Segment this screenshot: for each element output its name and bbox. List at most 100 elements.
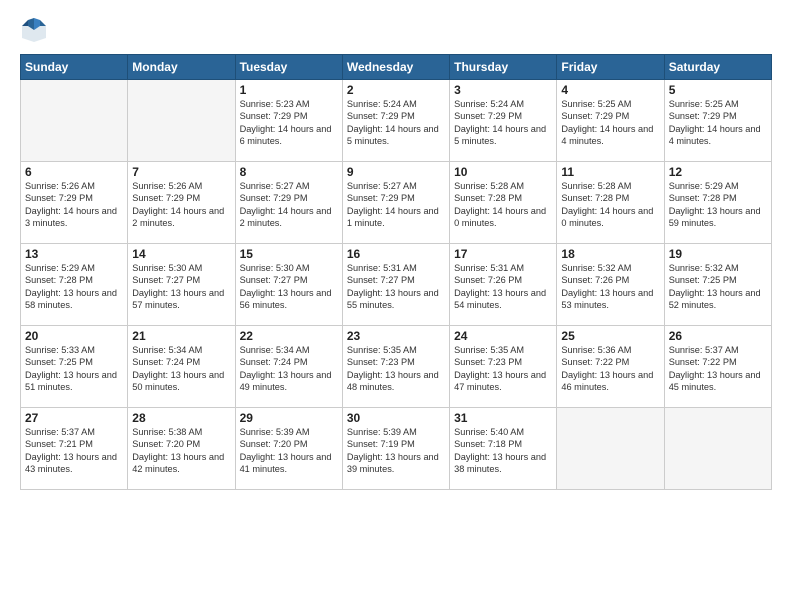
day-number: 22 [240,329,338,343]
day-cell: 4Sunrise: 5:25 AM Sunset: 7:29 PM Daylig… [557,80,664,162]
day-info: Sunrise: 5:26 AM Sunset: 7:29 PM Dayligh… [25,180,123,230]
day-cell [557,408,664,490]
calendar: SundayMondayTuesdayWednesdayThursdayFrid… [20,54,772,490]
day-number: 25 [561,329,659,343]
weekday-header-friday: Friday [557,55,664,80]
day-number: 24 [454,329,552,343]
day-info: Sunrise: 5:24 AM Sunset: 7:29 PM Dayligh… [454,98,552,148]
day-info: Sunrise: 5:31 AM Sunset: 7:26 PM Dayligh… [454,262,552,312]
day-number: 1 [240,83,338,97]
day-info: Sunrise: 5:25 AM Sunset: 7:29 PM Dayligh… [669,98,767,148]
day-cell: 3Sunrise: 5:24 AM Sunset: 7:29 PM Daylig… [450,80,557,162]
day-cell: 19Sunrise: 5:32 AM Sunset: 7:25 PM Dayli… [664,244,771,326]
day-info: Sunrise: 5:27 AM Sunset: 7:29 PM Dayligh… [240,180,338,230]
header [20,16,772,44]
day-number: 27 [25,411,123,425]
day-info: Sunrise: 5:39 AM Sunset: 7:20 PM Dayligh… [240,426,338,476]
day-cell: 14Sunrise: 5:30 AM Sunset: 7:27 PM Dayli… [128,244,235,326]
week-row-3: 13Sunrise: 5:29 AM Sunset: 7:28 PM Dayli… [21,244,772,326]
weekday-header-wednesday: Wednesday [342,55,449,80]
day-number: 2 [347,83,445,97]
day-info: Sunrise: 5:30 AM Sunset: 7:27 PM Dayligh… [132,262,230,312]
day-number: 20 [25,329,123,343]
day-number: 5 [669,83,767,97]
week-row-4: 20Sunrise: 5:33 AM Sunset: 7:25 PM Dayli… [21,326,772,408]
day-number: 23 [347,329,445,343]
weekday-header-tuesday: Tuesday [235,55,342,80]
day-info: Sunrise: 5:37 AM Sunset: 7:21 PM Dayligh… [25,426,123,476]
day-cell: 13Sunrise: 5:29 AM Sunset: 7:28 PM Dayli… [21,244,128,326]
day-info: Sunrise: 5:28 AM Sunset: 7:28 PM Dayligh… [561,180,659,230]
day-info: Sunrise: 5:25 AM Sunset: 7:29 PM Dayligh… [561,98,659,148]
day-number: 8 [240,165,338,179]
day-info: Sunrise: 5:26 AM Sunset: 7:29 PM Dayligh… [132,180,230,230]
day-cell: 6Sunrise: 5:26 AM Sunset: 7:29 PM Daylig… [21,162,128,244]
day-number: 13 [25,247,123,261]
day-cell: 9Sunrise: 5:27 AM Sunset: 7:29 PM Daylig… [342,162,449,244]
day-number: 30 [347,411,445,425]
day-info: Sunrise: 5:38 AM Sunset: 7:20 PM Dayligh… [132,426,230,476]
logo-icon [20,16,48,44]
day-number: 4 [561,83,659,97]
day-cell: 26Sunrise: 5:37 AM Sunset: 7:22 PM Dayli… [664,326,771,408]
day-info: Sunrise: 5:32 AM Sunset: 7:25 PM Dayligh… [669,262,767,312]
day-cell: 18Sunrise: 5:32 AM Sunset: 7:26 PM Dayli… [557,244,664,326]
day-number: 28 [132,411,230,425]
day-info: Sunrise: 5:29 AM Sunset: 7:28 PM Dayligh… [669,180,767,230]
day-cell: 1Sunrise: 5:23 AM Sunset: 7:29 PM Daylig… [235,80,342,162]
day-cell [128,80,235,162]
day-cell: 17Sunrise: 5:31 AM Sunset: 7:26 PM Dayli… [450,244,557,326]
weekday-header-row: SundayMondayTuesdayWednesdayThursdayFrid… [21,55,772,80]
day-number: 14 [132,247,230,261]
week-row-2: 6Sunrise: 5:26 AM Sunset: 7:29 PM Daylig… [21,162,772,244]
week-row-5: 27Sunrise: 5:37 AM Sunset: 7:21 PM Dayli… [21,408,772,490]
day-info: Sunrise: 5:34 AM Sunset: 7:24 PM Dayligh… [132,344,230,394]
day-number: 26 [669,329,767,343]
day-cell: 22Sunrise: 5:34 AM Sunset: 7:24 PM Dayli… [235,326,342,408]
weekday-header-sunday: Sunday [21,55,128,80]
day-number: 9 [347,165,445,179]
day-cell: 27Sunrise: 5:37 AM Sunset: 7:21 PM Dayli… [21,408,128,490]
day-cell: 10Sunrise: 5:28 AM Sunset: 7:28 PM Dayli… [450,162,557,244]
day-info: Sunrise: 5:35 AM Sunset: 7:23 PM Dayligh… [347,344,445,394]
day-cell: 20Sunrise: 5:33 AM Sunset: 7:25 PM Dayli… [21,326,128,408]
day-cell [664,408,771,490]
day-info: Sunrise: 5:35 AM Sunset: 7:23 PM Dayligh… [454,344,552,394]
day-number: 3 [454,83,552,97]
day-cell: 15Sunrise: 5:30 AM Sunset: 7:27 PM Dayli… [235,244,342,326]
day-number: 29 [240,411,338,425]
day-number: 6 [25,165,123,179]
day-number: 31 [454,411,552,425]
weekday-header-monday: Monday [128,55,235,80]
day-cell: 29Sunrise: 5:39 AM Sunset: 7:20 PM Dayli… [235,408,342,490]
day-info: Sunrise: 5:37 AM Sunset: 7:22 PM Dayligh… [669,344,767,394]
day-cell: 16Sunrise: 5:31 AM Sunset: 7:27 PM Dayli… [342,244,449,326]
day-cell: 7Sunrise: 5:26 AM Sunset: 7:29 PM Daylig… [128,162,235,244]
day-info: Sunrise: 5:24 AM Sunset: 7:29 PM Dayligh… [347,98,445,148]
day-info: Sunrise: 5:27 AM Sunset: 7:29 PM Dayligh… [347,180,445,230]
logo [20,16,52,44]
day-info: Sunrise: 5:33 AM Sunset: 7:25 PM Dayligh… [25,344,123,394]
day-cell: 8Sunrise: 5:27 AM Sunset: 7:29 PM Daylig… [235,162,342,244]
weekday-header-saturday: Saturday [664,55,771,80]
day-number: 16 [347,247,445,261]
day-info: Sunrise: 5:34 AM Sunset: 7:24 PM Dayligh… [240,344,338,394]
day-number: 12 [669,165,767,179]
page: SundayMondayTuesdayWednesdayThursdayFrid… [0,0,792,612]
day-number: 7 [132,165,230,179]
weekday-header-thursday: Thursday [450,55,557,80]
day-cell: 11Sunrise: 5:28 AM Sunset: 7:28 PM Dayli… [557,162,664,244]
day-number: 18 [561,247,659,261]
day-info: Sunrise: 5:28 AM Sunset: 7:28 PM Dayligh… [454,180,552,230]
week-row-1: 1Sunrise: 5:23 AM Sunset: 7:29 PM Daylig… [21,80,772,162]
day-info: Sunrise: 5:36 AM Sunset: 7:22 PM Dayligh… [561,344,659,394]
day-cell: 31Sunrise: 5:40 AM Sunset: 7:18 PM Dayli… [450,408,557,490]
day-info: Sunrise: 5:39 AM Sunset: 7:19 PM Dayligh… [347,426,445,476]
day-number: 21 [132,329,230,343]
day-number: 17 [454,247,552,261]
day-info: Sunrise: 5:30 AM Sunset: 7:27 PM Dayligh… [240,262,338,312]
day-cell: 24Sunrise: 5:35 AM Sunset: 7:23 PM Dayli… [450,326,557,408]
day-cell: 12Sunrise: 5:29 AM Sunset: 7:28 PM Dayli… [664,162,771,244]
day-info: Sunrise: 5:32 AM Sunset: 7:26 PM Dayligh… [561,262,659,312]
day-info: Sunrise: 5:29 AM Sunset: 7:28 PM Dayligh… [25,262,123,312]
